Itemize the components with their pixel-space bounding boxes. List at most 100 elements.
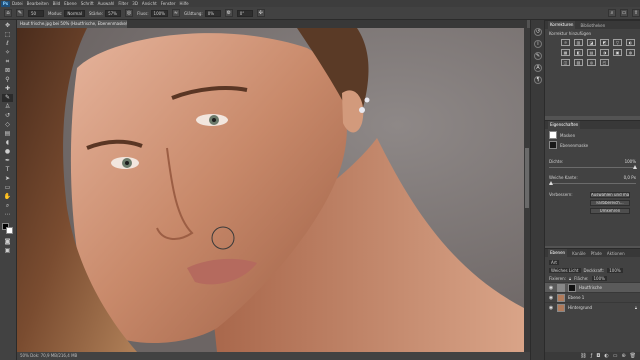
add-mask-icon[interactable]: ◘ [596,353,600,359]
adjust-curves-icon[interactable]: ◪ [587,39,596,46]
gradient-tool-icon[interactable]: ▤ [2,130,13,138]
document-tab[interactable]: Haut frische.jpg bei 50% (Hautfrische, E… [17,20,127,28]
density-value[interactable]: 100% [625,159,636,164]
layer-filter-kind[interactable]: Art [549,259,559,265]
character-icon[interactable]: A [534,64,542,72]
adjust-gradientmap-icon[interactable]: ◰ [600,59,609,66]
settings-gear-icon[interactable]: ⚙ [224,9,233,17]
new-layer-icon[interactable]: ⊕ [621,353,625,359]
dodge-tool-icon[interactable]: ● [2,148,13,156]
menu-select[interactable]: Auswahl [98,1,115,6]
menu-image[interactable]: Bild [53,1,61,6]
history-brush-tool-icon[interactable]: ↺ [2,112,13,120]
density-slider[interactable] [549,165,637,170]
tab-libraries[interactable]: Bibliotheken [580,23,605,28]
opacity-value[interactable]: 100% [607,267,623,273]
eraser-tool-icon[interactable]: ◇ [2,121,13,129]
paragraph-icon[interactable]: ¶ [534,76,542,84]
tab-channels[interactable]: Kanäle [572,251,586,256]
layer-row-hautfrische[interactable]: ◉ Hautfrische [545,282,640,292]
adjust-selectivecolor-icon[interactable]: ◎ [587,59,596,66]
path-select-tool-icon[interactable]: ➤ [2,175,13,183]
menu-file[interactable]: Datei [12,1,23,6]
brush-tool-icon[interactable]: ✎ [2,94,13,102]
layer-row-hintergrund[interactable]: ◉ Hintergrund 🔒︎ [545,302,640,312]
delete-layer-icon[interactable]: 🗑︎ [630,353,636,359]
new-group-icon[interactable]: ▭ [613,353,618,359]
select-and-mask-button[interactable]: Auswählen und maskieren... [590,192,630,198]
lasso-tool-icon[interactable]: ℓ [2,40,13,48]
menu-help[interactable]: Hilfe [180,1,189,6]
adjust-channelmixer-icon[interactable]: ◑ [600,49,609,56]
info-icon[interactable]: i [534,40,542,48]
healing-brush-tool-icon[interactable]: ✚ [2,85,13,93]
brush-presets-icon[interactable]: ✎ [534,52,542,60]
quick-mask-icon[interactable]: ◙ [2,238,13,246]
quick-select-tool-icon[interactable]: ✧ [2,49,13,57]
menu-filter[interactable]: Filter [118,1,128,6]
blur-tool-icon[interactable]: ◖ [2,139,13,147]
move-tool-icon[interactable]: ✥ [2,22,13,30]
image-canvas[interactable] [17,28,524,352]
fill-value[interactable]: 100% [591,275,607,281]
adjust-hue-icon[interactable]: ◐ [626,39,635,46]
feather-slider-knob[interactable] [549,181,553,185]
feather-value[interactable]: 0,0 Px [624,175,636,180]
strength-field[interactable]: Stärke: 57% [89,9,122,17]
density-slider-knob[interactable] [633,165,637,169]
menu-layer[interactable]: Ebene [64,1,77,6]
adjust-colorbalance-icon[interactable]: ▦ [561,49,570,56]
layer-mask-icon[interactable] [549,141,557,149]
scrollbar-thumb[interactable] [525,148,529,208]
color-range-button[interactable]: Farbbereich... [590,200,630,206]
layer-mask-thumbnail[interactable] [568,283,576,292]
flow-field[interactable]: Fluss: 100% [137,9,168,17]
frame-tool-icon[interactable]: ⊠ [2,67,13,75]
layer-row-ebene1[interactable]: ◉ Ebene 1 [545,292,640,302]
pen-tool-icon[interactable]: ✒ [2,157,13,165]
adjust-bw-icon[interactable]: ◧ [574,49,583,56]
adjust-vibrance-icon[interactable]: ▽ [613,39,622,46]
mode-select[interactable]: Modus: Normal [48,9,85,17]
airbrush-icon[interactable]: ≈ [171,9,180,17]
menu-3d[interactable]: 3D [132,1,138,6]
pressure-icon[interactable]: ◎ [125,9,134,17]
crop-tool-icon[interactable]: ⌗ [2,58,13,66]
adjust-levels-icon[interactable]: ▥ [574,39,583,46]
adjust-colorlookup-icon[interactable]: ▣ [613,49,622,56]
menu-edit[interactable]: Bearbeiten [27,1,49,6]
history-icon[interactable]: ↺ [534,28,542,36]
screen-mode-icon[interactable]: ▣ [2,247,13,255]
visibility-eye-icon[interactable]: ◉ [548,295,554,301]
visibility-eye-icon[interactable]: ◉ [548,305,554,311]
layer-name[interactable]: Hintergrund [568,305,592,310]
search-icon[interactable]: ⌕ [608,9,616,17]
smoothing-field[interactable]: Glättung: 0% [184,9,221,17]
hand-tool-icon[interactable]: ✋ [2,193,13,201]
angle-field[interactable]: 0° [236,9,253,17]
marquee-tool-icon[interactable]: ⬚ [2,31,13,39]
clone-stamp-tool-icon[interactable]: ♙ [2,103,13,111]
menu-type[interactable]: Schrift [81,1,94,6]
tab-properties[interactable]: Eigenschaften [548,121,581,129]
tab-layers[interactable]: Ebenen [548,249,568,257]
eyedropper-tool-icon[interactable]: ⚲ [2,76,13,84]
layer-name[interactable]: Ebene 1 [568,295,584,300]
adjust-invert-icon[interactable]: ◍ [626,49,635,56]
adjust-exposure-icon[interactable]: ◩ [600,39,609,46]
fx-icon[interactable]: ƒ [591,353,593,359]
link-layers-icon[interactable]: ⛓ [580,353,586,359]
tab-actions[interactable]: Aktionen [607,251,625,256]
feather-slider[interactable] [549,181,636,186]
brush-tool-icon[interactable]: ✎ [16,9,24,17]
brush-size-picker[interactable]: 50 [28,9,44,17]
lock-icon[interactable]: 🔒︎ [569,276,571,281]
visibility-eye-icon[interactable]: ◉ [548,285,554,291]
adjust-brightness-icon[interactable]: ☼ [561,39,570,46]
adjust-posterize-icon[interactable]: ◫ [561,59,570,66]
home-icon[interactable]: ⌂ [4,9,12,17]
tab-adjustments[interactable]: Korrekturen [548,21,576,29]
menu-window[interactable]: Fenster [161,1,176,6]
invert-button[interactable]: Umkehren [590,208,630,214]
adjust-threshold-icon[interactable]: ▧ [574,59,583,66]
